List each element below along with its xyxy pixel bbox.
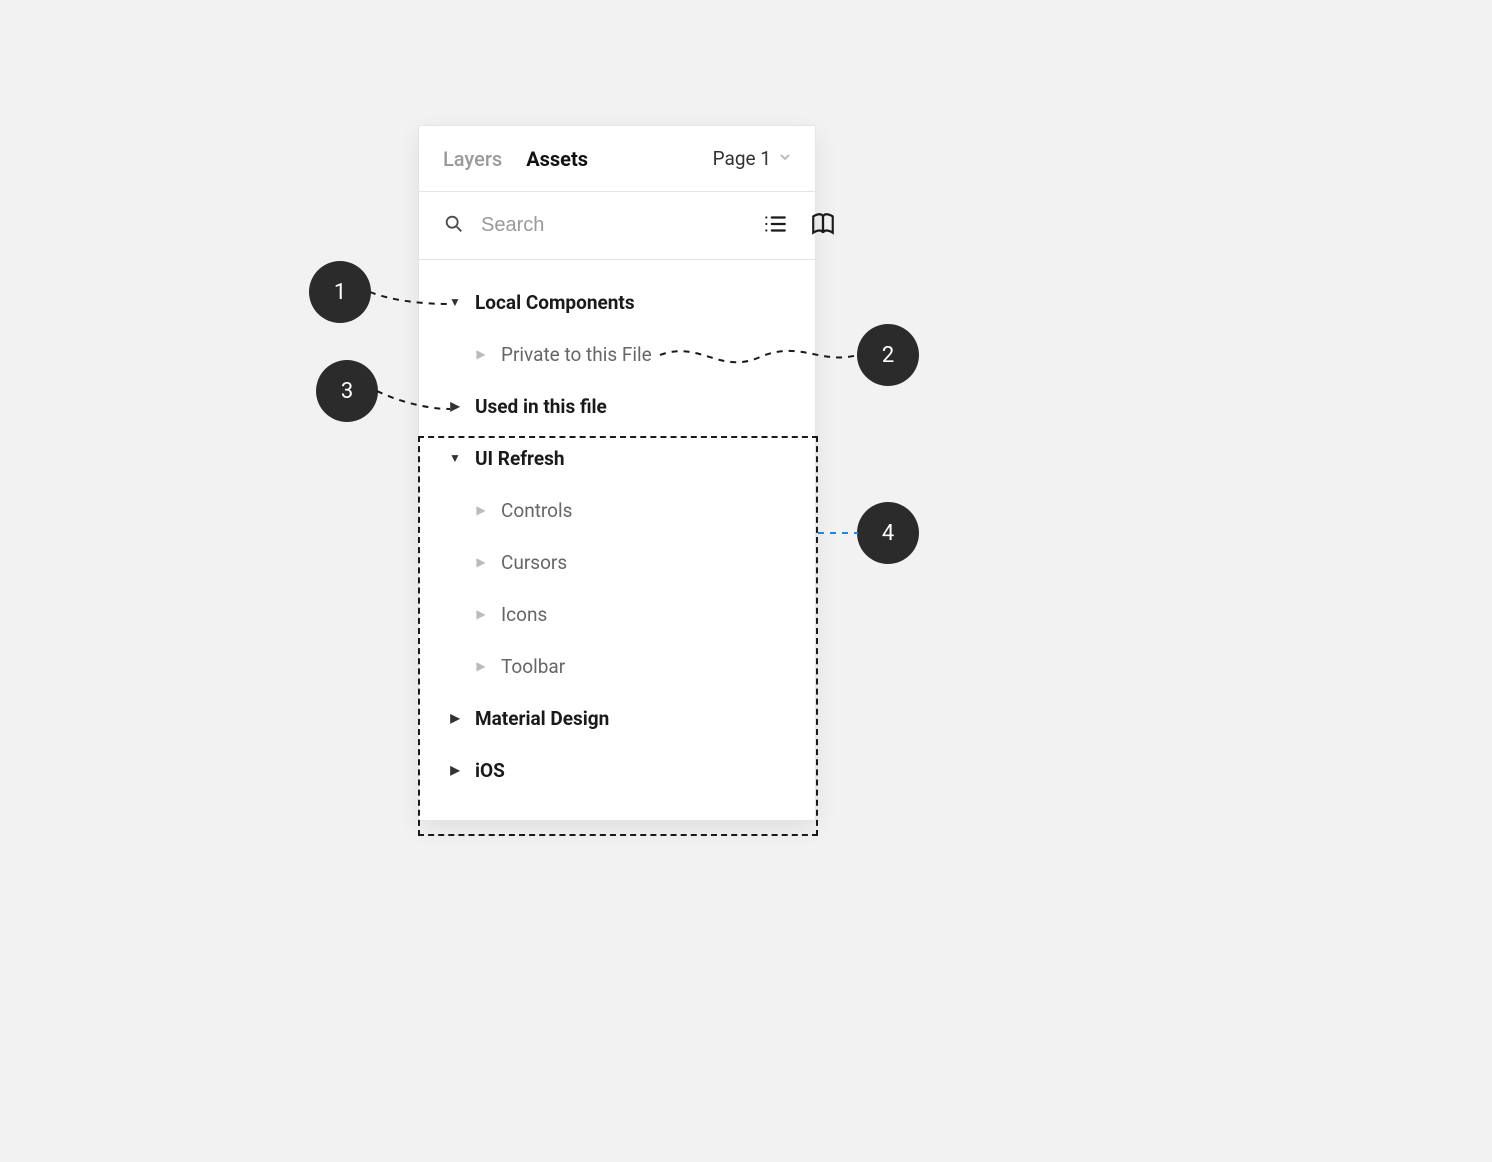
tree-item-label: Material Design (475, 707, 609, 730)
callout-number: 4 (882, 521, 894, 546)
tab-bar: Layers Assets Page 1 (419, 126, 815, 192)
tree-item-label: Cursors (501, 551, 567, 574)
caret-right-icon: ▶ (445, 399, 465, 413)
asset-tree: ▼ Local Components ▶ Private to this Fil… (419, 260, 815, 820)
tab-assets[interactable]: Assets (526, 147, 588, 171)
tree-item-cursors[interactable]: ▶ Cursors (419, 536, 815, 588)
tree-item-label: iOS (475, 759, 505, 782)
caret-down-icon: ▼ (445, 451, 465, 465)
page-selector[interactable]: Page 1 (713, 147, 791, 170)
search-bar (419, 192, 815, 260)
callout-3: 3 (316, 360, 378, 422)
caret-right-icon: ▶ (445, 711, 465, 725)
callout-4: 4 (857, 502, 919, 564)
tree-item-label: Toolbar (501, 655, 565, 678)
tree-item-ui-refresh[interactable]: ▼ UI Refresh (419, 432, 815, 484)
callout-number: 3 (341, 379, 353, 404)
callout-2: 2 (857, 324, 919, 386)
tree-item-private-to-file[interactable]: ▶ Private to this File (419, 328, 815, 380)
caret-down-icon: ▼ (445, 295, 465, 309)
caret-right-icon: ▶ (471, 607, 491, 621)
tree-item-ios[interactable]: ▶ iOS (419, 744, 815, 796)
callout-number: 2 (882, 343, 894, 368)
tree-item-material-design[interactable]: ▶ Material Design (419, 692, 815, 744)
caret-right-icon: ▶ (445, 763, 465, 777)
chevron-down-icon (779, 151, 791, 167)
assets-panel: Layers Assets Page 1 (418, 125, 816, 821)
callout-number: 1 (334, 280, 346, 305)
tree-item-label: Local Components (475, 291, 635, 314)
page-selector-label: Page 1 (713, 147, 771, 170)
list-view-icon[interactable] (762, 211, 788, 241)
search-icon (443, 213, 465, 239)
search-toolbar (762, 211, 836, 241)
caret-right-icon: ▶ (471, 659, 491, 673)
tree-item-toolbar[interactable]: ▶ Toolbar (419, 640, 815, 692)
tree-item-controls[interactable]: ▶ Controls (419, 484, 815, 536)
caret-right-icon: ▶ (471, 503, 491, 517)
tree-item-label: Icons (501, 603, 547, 626)
tree-item-label: UI Refresh (475, 447, 564, 470)
caret-right-icon: ▶ (471, 555, 491, 569)
tree-item-local-components[interactable]: ▼ Local Components (419, 276, 815, 328)
connector-4 (818, 530, 860, 536)
caret-right-icon: ▶ (471, 347, 491, 361)
search-input[interactable] (481, 214, 746, 237)
tab-layers[interactable]: Layers (443, 147, 502, 171)
tree-item-label: Private to this File (501, 343, 652, 366)
callout-1: 1 (309, 261, 371, 323)
library-icon[interactable] (810, 211, 836, 241)
tree-item-label: Controls (501, 499, 572, 522)
tree-item-icons[interactable]: ▶ Icons (419, 588, 815, 640)
tree-item-label: Used in this file (475, 395, 607, 418)
tree-item-used-in-file[interactable]: ▶ Used in this file (419, 380, 815, 432)
